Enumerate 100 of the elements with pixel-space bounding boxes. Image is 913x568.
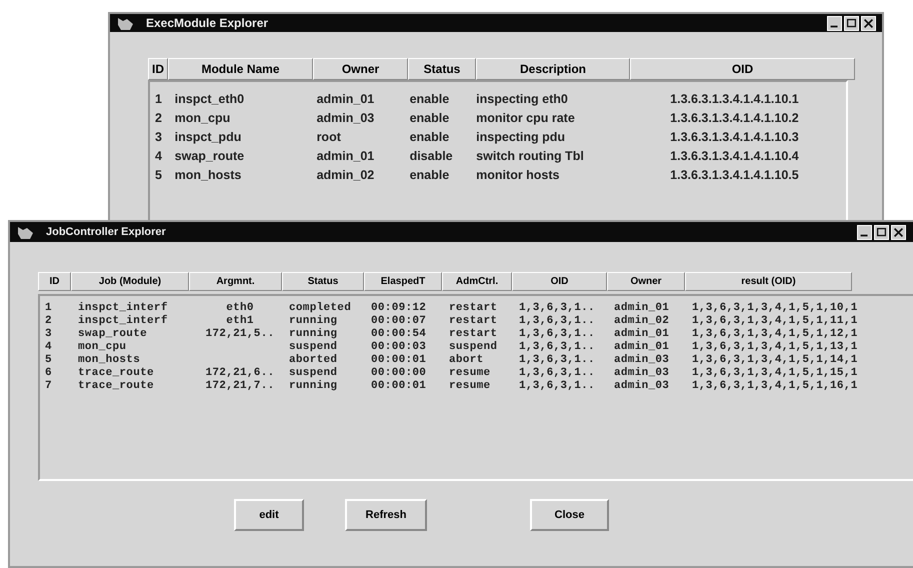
table-cell: 1,3,6,3,1,3,4,1,5,1,11,1: [692, 315, 858, 327]
table-cell: 6: [45, 367, 52, 379]
dialog-button[interactable]: edit: [234, 499, 304, 531]
table-cell: 3: [155, 130, 162, 144]
column-header[interactable]: result (OID): [685, 272, 852, 291]
minimize-icon[interactable]: [857, 224, 872, 240]
table-cell: 1.3.6.3.1.3.4.1.4.1.10.1: [670, 92, 799, 106]
maximize-icon[interactable]: [844, 16, 859, 30]
table-cell: 1,3,6,3,1,3,4,1,5,1,14,1: [692, 354, 858, 366]
dialog-button[interactable]: Refresh: [345, 499, 427, 531]
table-cell: 1,3,6,3,1,3,4,1,5,1,13,1: [692, 341, 858, 353]
table-cell: restart: [449, 302, 498, 314]
table-cell: inspecting eth0: [476, 92, 568, 106]
table-cell: suspend: [289, 341, 338, 353]
table-cell: 5: [155, 168, 162, 182]
table-cell: 4: [45, 341, 52, 353]
table-cell: admin_01: [614, 341, 670, 353]
table-cell: swap_route: [78, 328, 148, 340]
table-cell: 4: [155, 149, 162, 163]
column-header[interactable]: Owner: [607, 272, 685, 291]
table-cell: admin_02: [614, 315, 670, 327]
table-cell: root: [316, 130, 341, 144]
table-cell: 1.3.6.3.1.3.4.1.4.1.10.2: [670, 111, 799, 125]
table-cell: enable: [410, 92, 450, 106]
table-cell: trace_route: [78, 367, 154, 379]
table-cell: eth1: [226, 315, 254, 327]
table-cell: 00:00:54: [371, 328, 426, 340]
table-cell: enable: [410, 168, 450, 182]
column-header[interactable]: Argmnt.: [189, 272, 282, 291]
minimize-icon[interactable]: [827, 16, 842, 30]
table-cell: running: [289, 380, 338, 392]
table-cell: 172,21,5..: [205, 328, 274, 340]
table-cell: admin_03: [614, 367, 670, 379]
column-header[interactable]: AdmCtrl.: [442, 272, 512, 291]
column-header[interactable]: Status: [282, 272, 364, 291]
table-cell: restart: [449, 315, 498, 327]
table-cell: suspend: [289, 367, 338, 379]
table-cell: 00:00:01: [371, 354, 426, 366]
table-cell: 1,3,6,3,1,3,4,1,5,1,15,1: [692, 367, 858, 379]
table-cell: 1,3,6,3,1,3,4,1,5,1,12,1: [692, 328, 858, 340]
table-cell: 1,3,6,3,1..: [519, 341, 595, 353]
table-cell: mon_cpu: [78, 341, 126, 353]
table-cell: 1,3,6,3,1..: [519, 354, 595, 366]
table-cell: 00:00:03: [371, 341, 426, 353]
table-cell: 00:09:12: [371, 302, 426, 314]
table-cell: 1.3.6.3.1.3.4.1.4.1.10.4: [670, 149, 799, 163]
table-cell: 00:00:00: [371, 367, 426, 379]
table-cell: 172,21,7..: [205, 380, 274, 392]
table-cell: enable: [410, 130, 450, 144]
table-cell: running: [289, 315, 338, 327]
table-cell: 00:00:07: [371, 315, 426, 327]
table-cell: mon_hosts: [78, 354, 140, 366]
table-cell: abort: [449, 354, 484, 366]
table-cell: admin_01: [614, 302, 670, 314]
dialog-button[interactable]: Close: [530, 499, 609, 531]
table-cell: 1: [45, 302, 52, 314]
table-cell: 1,3,6,3,1..: [519, 302, 595, 314]
table-cell: 00:00:01: [371, 380, 426, 392]
close-icon[interactable]: [891, 224, 906, 240]
maximize-icon[interactable]: [874, 224, 889, 240]
table-cell: admin_03: [316, 111, 374, 125]
table-cell: 5: [45, 354, 52, 366]
column-header[interactable]: OID: [512, 272, 607, 291]
table-cell: admin_01: [316, 92, 374, 106]
table-cell: suspend: [449, 341, 498, 353]
column-header[interactable]: Job (Module): [71, 272, 189, 291]
column-header[interactable]: ElaspedT: [364, 272, 442, 291]
table-cell: admin_01: [316, 149, 374, 163]
column-header[interactable]: Owner: [313, 58, 408, 80]
table-cell: 3: [45, 328, 52, 340]
table-cell: mon_cpu: [174, 111, 230, 125]
column-header[interactable]: Module Name: [168, 58, 313, 80]
table-cell: 172,21,6..: [205, 367, 274, 379]
table-cell: 1,3,6,3,1,3,4,1,5,1,16,1: [692, 380, 858, 392]
table-cell: eth0: [226, 302, 254, 314]
table-cell: 1,3,6,3,1,3,4,1,5,1,10,1: [692, 302, 858, 314]
column-header[interactable]: OID: [630, 58, 855, 80]
table-cell: resume: [449, 367, 490, 379]
table-cell: 1,3,6,3,1..: [519, 380, 595, 392]
table-cell: 1,3,6,3,1..: [519, 315, 595, 327]
column-header[interactable]: Status: [408, 58, 476, 80]
column-header[interactable]: ID: [38, 272, 71, 291]
column-header[interactable]: ID: [148, 58, 168, 80]
table-cell: inspct_interf: [78, 302, 168, 314]
table-cell: monitor hosts: [476, 168, 560, 182]
table-cell: disable: [410, 149, 453, 163]
table-cell: admin_03: [614, 380, 670, 392]
table-cell: trace_route: [78, 380, 154, 392]
close-icon[interactable]: [861, 16, 876, 30]
table-cell: admin_02: [316, 168, 374, 182]
table-cell: 1: [155, 92, 162, 106]
table-cell: 1.3.6.3.1.3.4.1.4.1.10.3: [670, 130, 799, 144]
column-header[interactable]: Description: [476, 58, 630, 80]
table-cell: enable: [410, 111, 450, 125]
table-cell: monitor cpu rate: [476, 111, 575, 125]
table-cell: 1.3.6.3.1.3.4.1.4.1.10.5: [670, 168, 799, 182]
table-cell: 7: [45, 380, 52, 392]
table-cell: 2: [45, 315, 52, 327]
table-cell: admin_01: [614, 328, 670, 340]
table-cell: swap_route: [174, 149, 244, 163]
